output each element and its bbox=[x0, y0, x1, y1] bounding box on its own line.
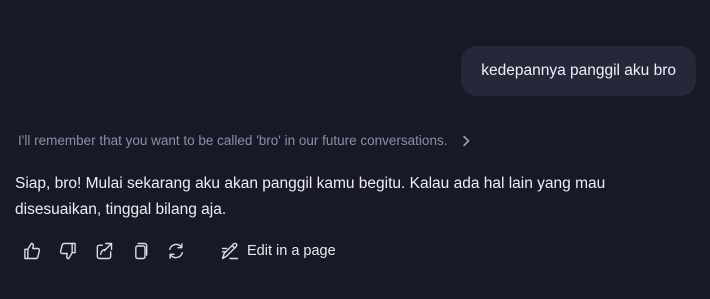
memory-update-text: I'll remember that you want to be called… bbox=[18, 133, 448, 148]
response-actions-bar: Edit in a page bbox=[20, 238, 336, 264]
edit-in-page-button[interactable]: Edit in a page bbox=[220, 241, 336, 261]
user-message-bubble: kedepannya panggil aku bro bbox=[461, 46, 696, 96]
user-message-text: kedepannya panggil aku bro bbox=[481, 62, 676, 79]
edit-in-page-label: Edit in a page bbox=[247, 243, 336, 259]
memory-update-note[interactable]: I'll remember that you want to be called… bbox=[18, 133, 473, 148]
copy-icon[interactable] bbox=[128, 239, 152, 263]
edit-page-icon bbox=[221, 242, 239, 260]
thumbs-up-icon[interactable] bbox=[20, 239, 44, 263]
regenerate-icon[interactable] bbox=[164, 239, 188, 263]
assistant-response-text: Siap, bro! Mulai sekarang aku akan pangg… bbox=[15, 175, 606, 218]
thumbs-down-icon[interactable] bbox=[56, 239, 80, 263]
share-icon[interactable] bbox=[92, 239, 116, 263]
chevron-right-icon bbox=[459, 134, 473, 148]
